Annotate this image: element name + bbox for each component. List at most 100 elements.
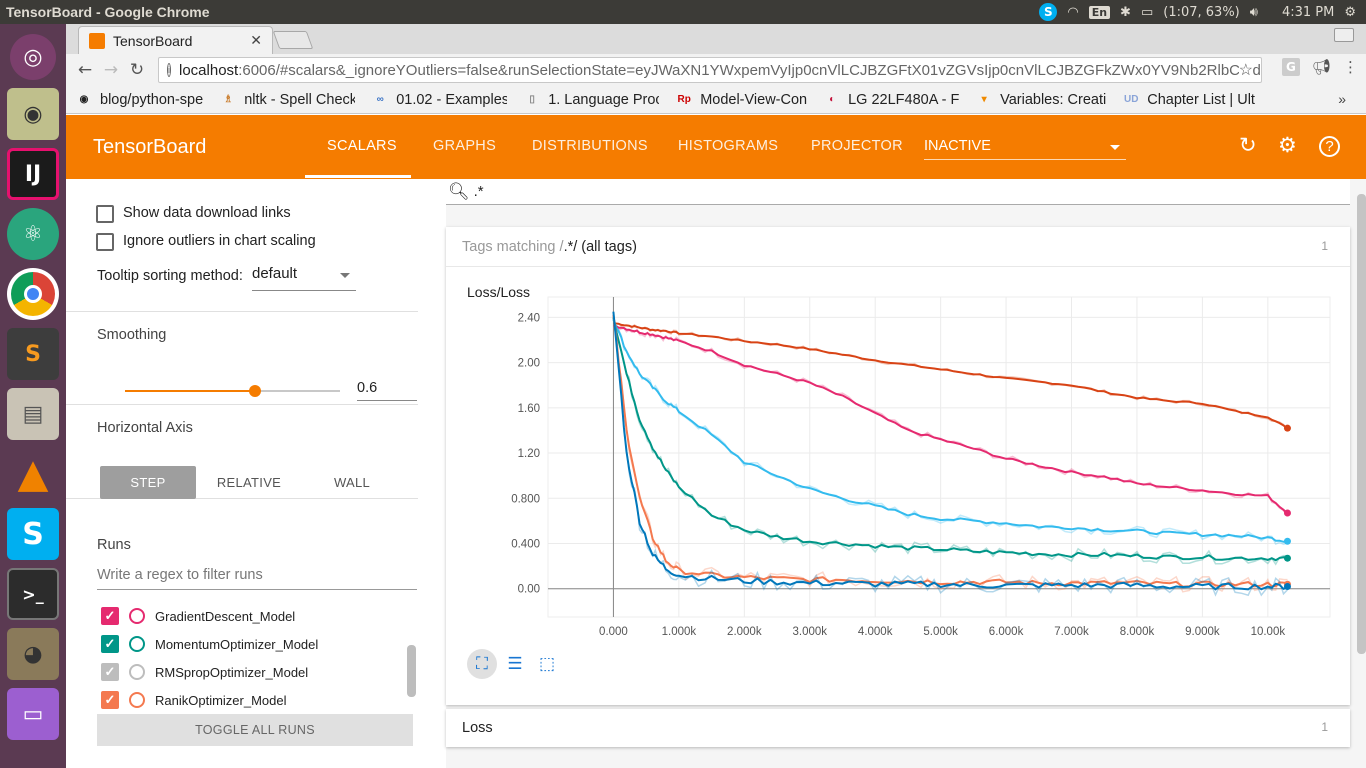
run-color-circle[interactable] <box>129 664 145 680</box>
run-color-circle[interactable] <box>129 608 145 624</box>
ignore-outliers-checkbox[interactable] <box>96 233 114 251</box>
bookmark-star-icon[interactable]: ☆ <box>1238 60 1253 80</box>
back-arrow-icon[interactable]: ← <box>72 57 98 83</box>
tab-distributions[interactable]: DISTRIBUTIONS <box>532 138 648 154</box>
bookmark-item[interactable]: ▯ 1. Language Proc <box>524 92 659 108</box>
toggle-log-scale-icon[interactable]: ☰ <box>500 649 530 679</box>
sublime-icon[interactable]: S <box>7 328 59 380</box>
bookmark-item[interactable]: ▾ Variables: Creati <box>976 92 1107 108</box>
x-tick-label: 1.000k <box>662 626 697 638</box>
new-tab-button[interactable] <box>272 31 314 49</box>
bookmark-item[interactable]: ♗ nltk - Spell Check <box>220 92 355 108</box>
run-checkbox[interactable]: ✓ <box>101 691 119 709</box>
run-checkbox[interactable]: ✓ <box>101 607 119 625</box>
battery-status[interactable]: (1:07, 63%) <box>1163 5 1240 20</box>
axis-step-button[interactable]: STEP <box>100 466 196 499</box>
run-row[interactable]: ✓ RMSpropOptimizer_Model <box>101 660 308 684</box>
tooltip-sorting-select[interactable]: default <box>252 265 356 291</box>
run-row[interactable]: ✓ GradientDescent_Model <box>101 604 295 628</box>
workspace-switcher-icon[interactable]: ▭ <box>7 688 59 740</box>
skype-icon[interactable]: S <box>7 508 59 560</box>
profile-icon[interactable] <box>1334 28 1354 42</box>
tooltip-sorting-label: Tooltip sorting method: <box>97 268 243 284</box>
close-tab-icon[interactable]: ✕ <box>250 32 262 49</box>
tab-title: TensorBoard <box>113 32 193 49</box>
wifi-icon[interactable]: ◠ <box>1067 5 1078 20</box>
show-download-checkbox[interactable] <box>96 205 114 223</box>
system-gear-icon[interactable]: ⚙ <box>1344 5 1356 20</box>
chrome-menu-icon[interactable]: ⋮ <box>1343 58 1358 76</box>
toggle-all-runs-button[interactable]: TOGGLE ALL RUNS <box>97 714 413 746</box>
fit-domain-icon[interactable]: ⬚ <box>532 649 562 679</box>
bookmark-item[interactable]: UD Chapter List | Ult <box>1123 92 1255 108</box>
run-checkbox[interactable]: ✓ <box>101 635 119 653</box>
settings-gear-icon[interactable]: ⚙ <box>1278 133 1297 158</box>
forward-arrow-icon[interactable]: → <box>98 57 124 83</box>
file-cabinet-icon[interactable]: ▤ <box>7 388 59 440</box>
tag-search-input[interactable]: 🔍︎ .* <box>446 179 1350 205</box>
volume-icon[interactable]: 🔊︎ <box>1250 5 1258 20</box>
tag-group-card: Tags matching /.*/ (all tags) 1 Loss/Los… <box>446 227 1350 705</box>
run-filter-input[interactable]: Write a regex to filter runs <box>97 567 417 590</box>
run-color-circle[interactable] <box>129 636 145 652</box>
main-scrollbar[interactable] <box>1357 194 1366 654</box>
expand-chart-icon[interactable]: ⛶ <box>467 649 497 679</box>
bookmark-favicon-icon: ▾ <box>981 94 987 105</box>
loss-chart-svg[interactable]: 0.000 1.000k 2.000k 3.000k 4.000k 5.000k 6.000… <box>446 267 1350 647</box>
gimp-icon[interactable]: ◕ <box>7 628 59 680</box>
run-color-circle[interactable] <box>129 692 145 708</box>
bookmark-item[interactable]: ◉ blog/python-spe <box>76 92 204 108</box>
address-bar[interactable]: i localhost:6006/#scalars&_ignoreYOutlie… <box>158 57 1262 83</box>
speaker-app-icon[interactable]: ◉ <box>7 88 59 140</box>
run-checkbox[interactable]: ✓ <box>101 663 119 681</box>
tag-search-value: .* <box>473 183 484 200</box>
run-row[interactable]: ✓ MomentumOptimizer_Model <box>101 632 318 656</box>
loss-group-card[interactable]: Loss 1 <box>446 709 1350 747</box>
extension-megaphone-icon[interactable]: 📢︎ <box>1312 58 1331 76</box>
intellij-icon[interactable]: IJ <box>7 148 59 200</box>
chrome-icon[interactable] <box>7 268 59 320</box>
run-row[interactable]: ✓ RanikOptimizer_Model <box>101 688 287 712</box>
active-tab-indicator <box>305 175 411 178</box>
ubuntu-dash-icon[interactable]: ◎ <box>10 34 56 80</box>
atom-icon[interactable]: ⚛ <box>7 208 59 260</box>
runs-scrollbar[interactable] <box>407 645 416 697</box>
tags-matching-header[interactable]: Tags matching /.*/ (all tags) <box>462 239 637 255</box>
battery-icon[interactable]: ▭ <box>1141 5 1153 20</box>
refresh-icon[interactable]: ↻ <box>1239 133 1257 158</box>
sidebar: Show data download links Ignore outliers… <box>66 179 446 768</box>
inactive-plugins-dropdown[interactable]: INACTIVE <box>924 138 1126 160</box>
tensorboard-brand: TensorBoard <box>93 136 207 158</box>
tab-graphs[interactable]: GRAPHS <box>433 138 496 154</box>
skype-tray-icon[interactable]: S <box>1039 3 1058 21</box>
x-tick-label: 0.000 <box>599 626 628 638</box>
x-tick-label: 3.000k <box>792 626 827 638</box>
series-end-point <box>1283 582 1291 590</box>
tab-histograms[interactable]: HISTOGRAMS <box>678 138 778 154</box>
tab-projector[interactable]: PROJECTOR <box>811 138 903 154</box>
extension-g-icon[interactable]: G <box>1281 58 1300 76</box>
axis-relative-button[interactable]: RELATIVE <box>201 466 297 499</box>
bluetooth-icon[interactable]: ✱ <box>1120 5 1131 20</box>
options-section: Show data download links Ignore outliers… <box>66 179 418 312</box>
axis-wall-button[interactable]: WALL <box>304 466 400 499</box>
reload-icon[interactable]: ↻ <box>124 57 150 83</box>
browser-tab[interactable]: TensorBoard ✕ <box>78 26 273 54</box>
horizontal-axis-label: Horizontal Axis <box>97 420 193 436</box>
keyboard-layout-indicator[interactable]: En <box>1088 5 1111 19</box>
x-tick-label: 4.000k <box>858 626 893 638</box>
tab-scalars[interactable]: SCALARS <box>327 138 397 154</box>
vlc-icon[interactable]: ▲ <box>7 448 59 500</box>
more-bookmarks-icon[interactable]: » <box>1338 91 1346 107</box>
clock[interactable]: 4:31 PM <box>1282 5 1334 20</box>
bookmark-favicon-icon: ∞ <box>376 94 384 105</box>
bookmark-item[interactable]: ◐ LG 22LF480A - Fu <box>824 92 959 108</box>
terminal-icon[interactable]: >_ <box>7 568 59 620</box>
bookmark-item[interactable]: Rp Model-View-Con <box>676 92 808 108</box>
smoothing-slider-thumb[interactable] <box>249 385 261 397</box>
smoothing-input[interactable]: 0.6 <box>357 380 417 401</box>
bookmark-favicon-icon: ▯ <box>529 94 535 105</box>
info-icon[interactable]: i <box>167 63 171 77</box>
help-icon[interactable]: ? <box>1319 136 1340 157</box>
bookmark-item[interactable]: ∞ 01.02 - Examples <box>372 92 508 108</box>
